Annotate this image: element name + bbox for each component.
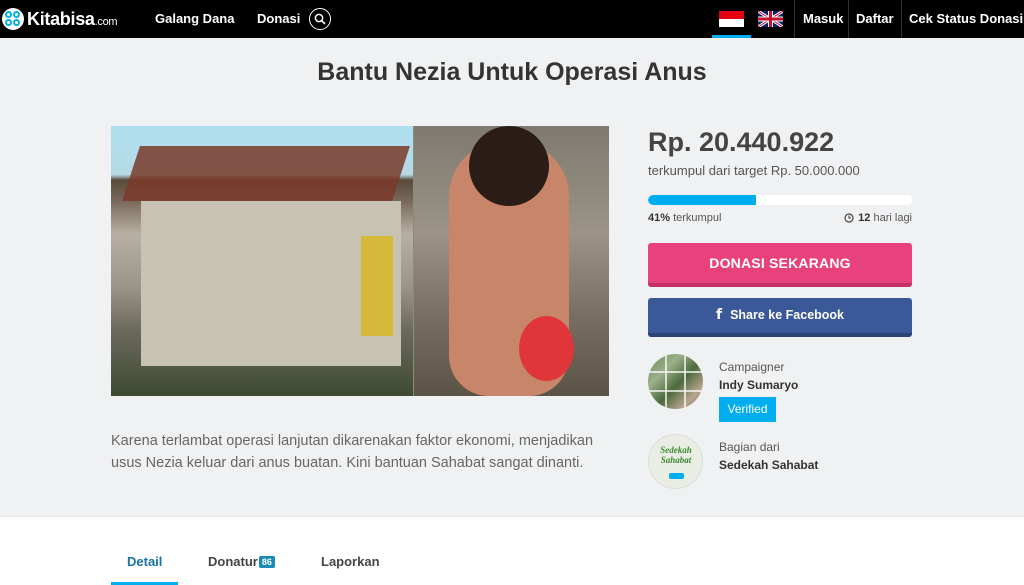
nav-divider: [848, 0, 849, 38]
nav-cek-status-donasi[interactable]: Cek Status Donasi: [909, 11, 1023, 26]
progress-fill: [648, 195, 757, 205]
verified-badge: Verified: [719, 397, 776, 422]
group-label: Bagian dari: [719, 440, 780, 454]
amount-collected: Rp. 20.440.922: [648, 127, 835, 157]
photo-child: [414, 126, 609, 396]
donate-now-button[interactable]: DONASI SEKARANG: [648, 243, 912, 287]
campaign-title: Bantu Nezia Untuk Operasi Anus: [317, 58, 707, 86]
campaign-photo: [111, 126, 609, 396]
days-remaining: 12 hari lagi: [844, 212, 912, 224]
kitabisa-logo-icon: [2, 8, 24, 30]
nav-masuk[interactable]: Masuk: [803, 11, 843, 26]
clock-icon: [844, 213, 854, 223]
campaigner-name[interactable]: Indy Sumaryo: [719, 378, 798, 392]
language-active-indicator: [712, 35, 751, 38]
tab-laporkan[interactable]: Laporkan: [321, 554, 380, 569]
donatur-count-badge: 86: [258, 556, 275, 568]
top-navbar: Kitabisa.com Galang Dana Donasi Masuk Da…: [0, 0, 1024, 38]
campaign-description: Karena terlambat operasi lanjutan dikare…: [111, 433, 594, 471]
share-facebook-button[interactable]: f Share ke Facebook: [648, 298, 912, 337]
percent-collected: 41% terkumpul: [648, 212, 722, 224]
nav-daftar[interactable]: Daftar: [856, 11, 894, 26]
facebook-icon: f: [715, 307, 723, 323]
search-icon[interactable]: [309, 8, 331, 30]
group-logo[interactable]: Sedekah Sahabat: [648, 434, 703, 489]
progress-bar: [648, 195, 912, 205]
nav-galang-dana[interactable]: Galang Dana: [155, 11, 234, 26]
nav-divider: [901, 0, 902, 38]
nav-donasi[interactable]: Donasi: [257, 11, 300, 26]
uk-flag-icon[interactable]: [758, 11, 783, 27]
tab-detail[interactable]: Detail: [127, 554, 162, 569]
nav-divider: [794, 0, 795, 38]
logo-text: Kitabisa.com: [27, 8, 118, 29]
photo-house: [111, 126, 413, 396]
kitabisa-logo[interactable]: Kitabisa.com: [2, 7, 118, 31]
campaigner-avatar[interactable]: [648, 354, 703, 409]
id-flag-icon[interactable]: [719, 11, 744, 27]
group-name[interactable]: Sedekah Sahabat: [719, 458, 818, 472]
campaigner-label: Campaigner: [719, 360, 785, 374]
tab-bar: Detail Donatur 86 Laporkan: [0, 516, 1024, 585]
group-logo-text: Sedekah Sahabat: [660, 445, 692, 465]
tab-donatur[interactable]: Donatur 86: [208, 554, 275, 569]
target-text: terkumpul dari target Rp. 50.000.000: [648, 163, 860, 178]
